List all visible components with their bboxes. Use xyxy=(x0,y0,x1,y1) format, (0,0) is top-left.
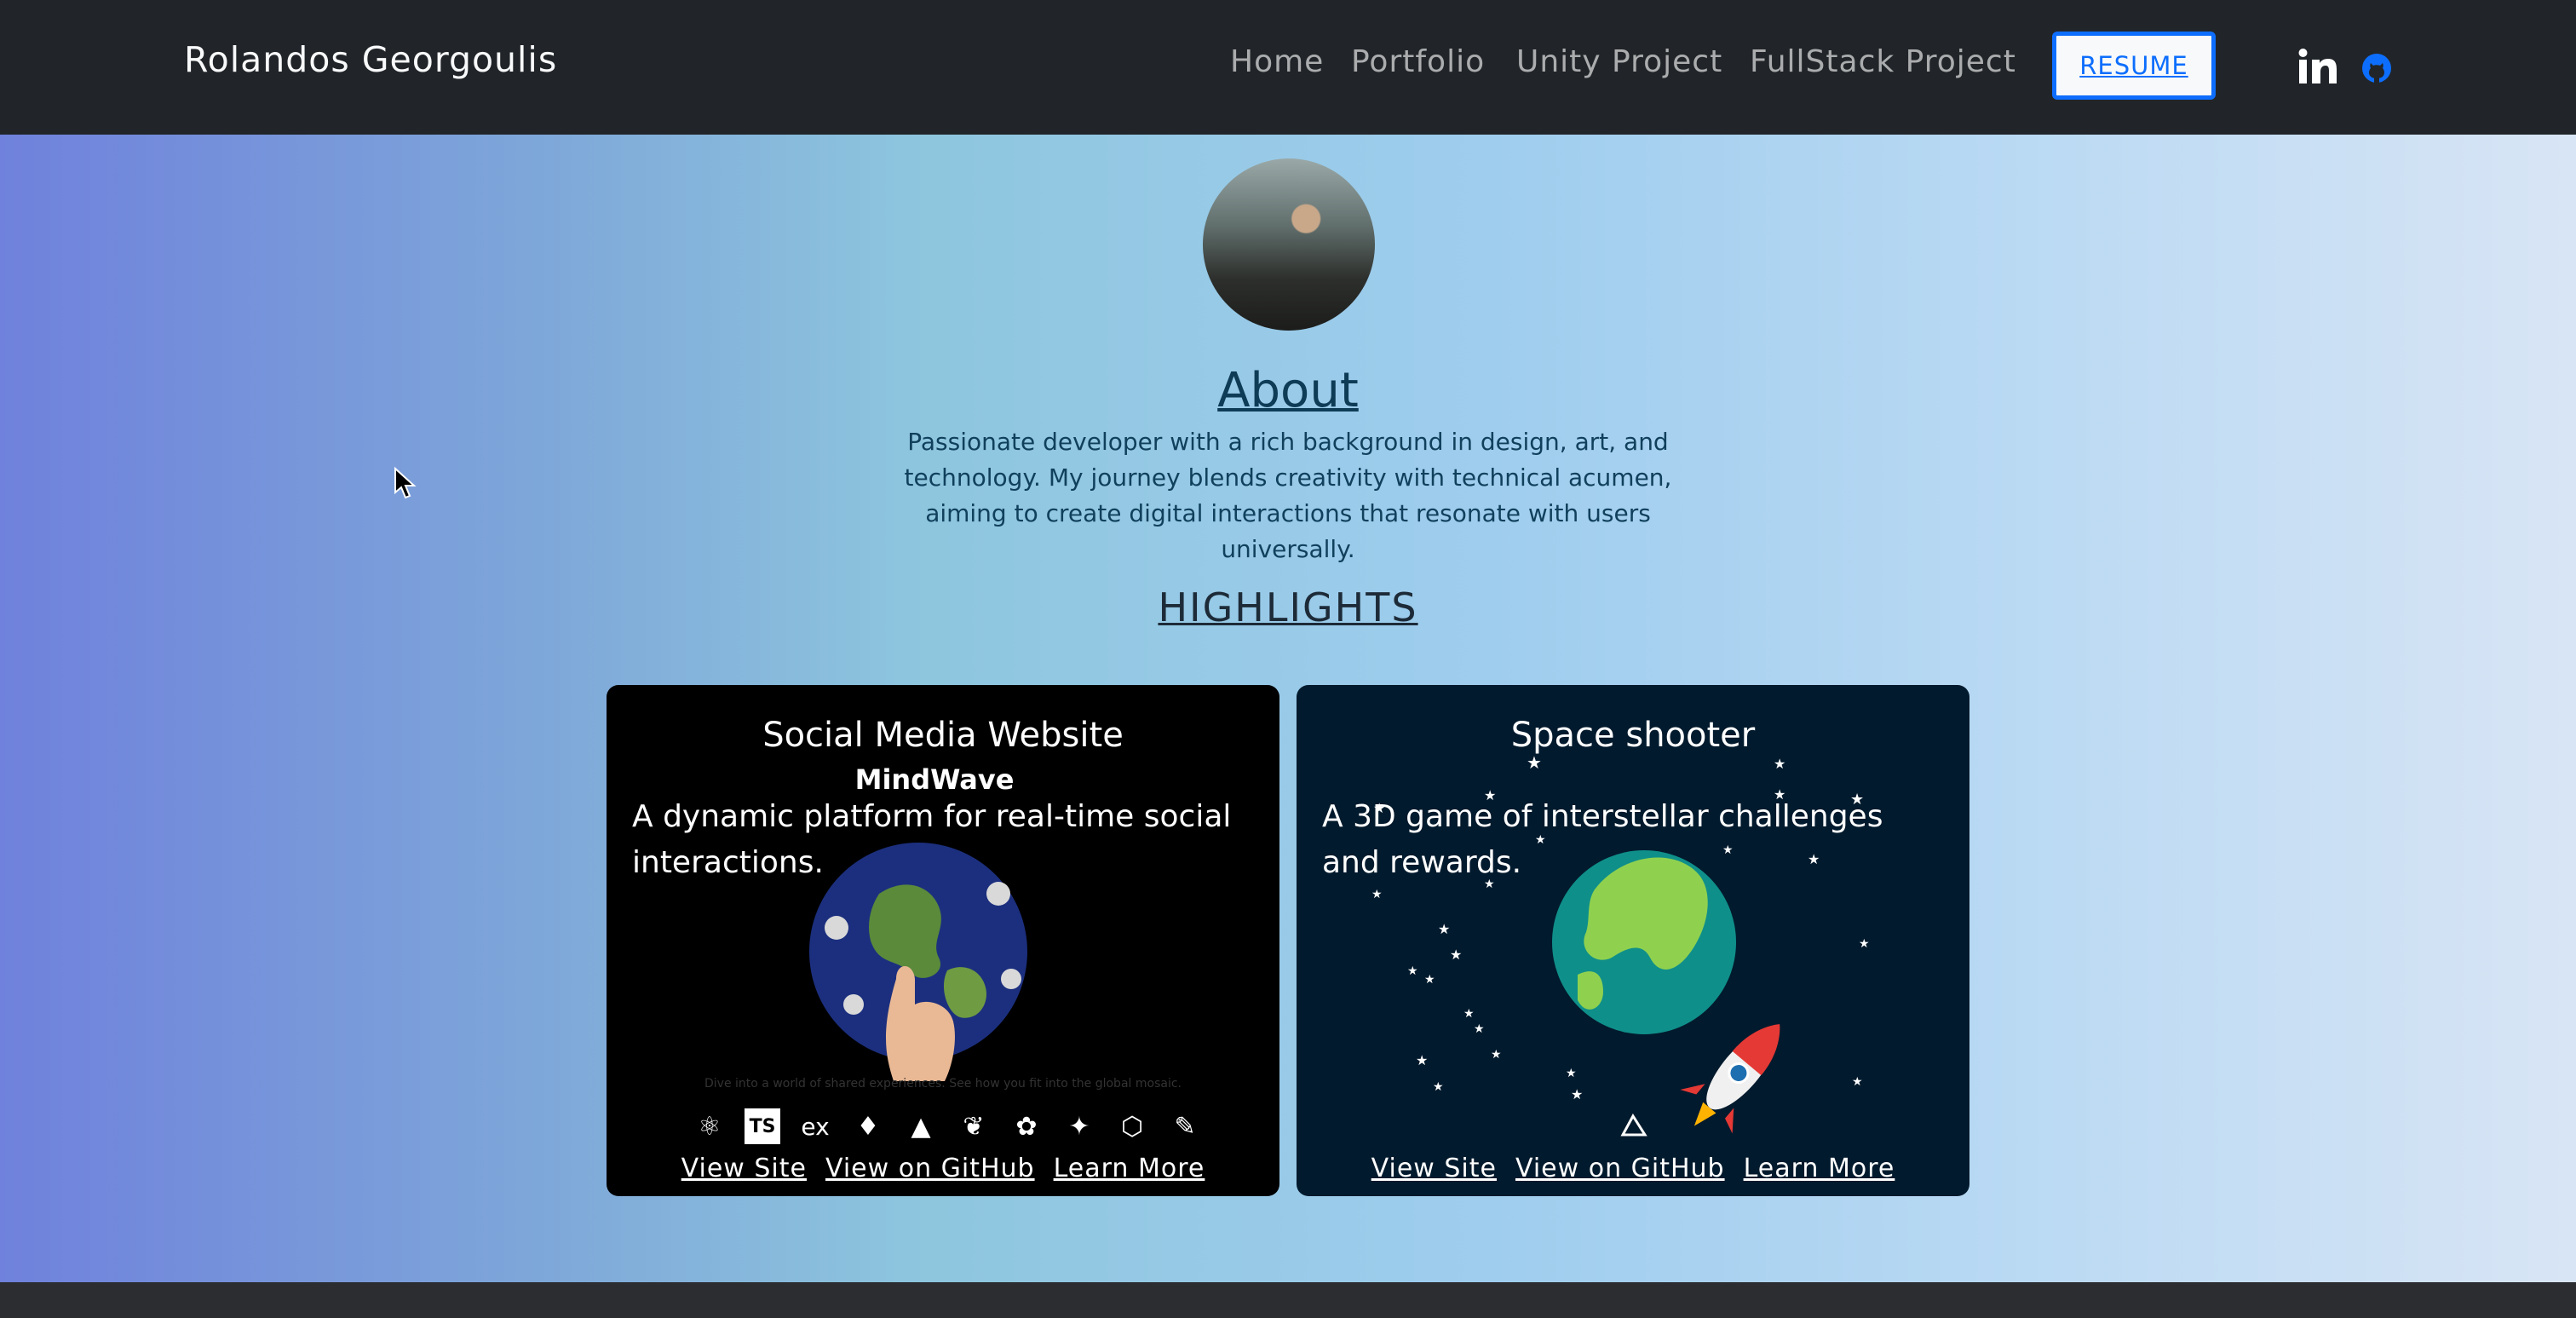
card-title: Social Media Website xyxy=(762,716,1124,755)
brand-link[interactable]: Rolandos Georgoulis xyxy=(184,39,557,80)
about-text: Passionate developer with a rich backgro… xyxy=(904,428,1672,563)
card-links: View Site View on GitHub Learn More xyxy=(1297,1154,1969,1183)
card-links: View Site View on GitHub Learn More xyxy=(607,1154,1279,1183)
leaf-icon: ❦ xyxy=(963,1111,985,1142)
svg-text:★: ★ xyxy=(1438,921,1450,937)
svg-text:★: ★ xyxy=(1463,1007,1475,1021)
view-site-link[interactable]: View Site xyxy=(1371,1154,1497,1183)
view-github-link[interactable]: View on GitHub xyxy=(825,1154,1035,1183)
resume-button[interactable]: RESUME xyxy=(2052,32,2216,100)
react-icon: ⚛ xyxy=(698,1111,722,1142)
express-icon: ex xyxy=(801,1112,830,1141)
highlights-title: HIGHLIGHTS xyxy=(1158,584,1418,630)
main-section: About Passionate developer with a rich b… xyxy=(0,135,2576,1282)
learn-more-link[interactable]: Learn More xyxy=(1744,1154,1895,1183)
view-site-link[interactable]: View Site xyxy=(681,1154,807,1183)
nodejs-icon: ⬡ xyxy=(1120,1111,1144,1142)
svg-text:★: ★ xyxy=(1474,1022,1485,1036)
nav-home[interactable]: Home xyxy=(1230,44,1324,79)
nav-fullstack-project[interactable]: FullStack Project xyxy=(1750,44,2016,79)
github-icon[interactable] xyxy=(2361,53,2392,83)
nav-portfolio[interactable]: Portfolio xyxy=(1351,44,1485,79)
nav-unity-project[interactable]: Unity Project xyxy=(1516,44,1722,79)
typescript-icon: TS xyxy=(745,1108,780,1144)
footer xyxy=(0,1282,2576,1318)
jest-icon: ✦ xyxy=(1068,1111,1090,1142)
svg-text:★: ★ xyxy=(1527,752,1542,773)
card-social-media: Social Media Website MindWave A dynamic … xyxy=(607,685,1279,1196)
svg-text:★: ★ xyxy=(1424,973,1435,987)
tech-stack-icons: ⚛ TS ex ♦ ▲ ❦ ✿ ✦ ⬡ ✎ xyxy=(692,1106,1203,1147)
sass-icon: ✿ xyxy=(1015,1111,1038,1142)
view-github-link[interactable]: View on GitHub xyxy=(1515,1154,1725,1183)
card-subtitle: MindWave xyxy=(854,763,1015,796)
card-caption: Dive into a world of shared experiences.… xyxy=(704,1077,1182,1091)
other-icon: ✎ xyxy=(1174,1111,1196,1142)
prisma-icon: ▲ xyxy=(911,1111,931,1142)
card-title: Space shooter xyxy=(1510,716,1756,755)
svg-text:★: ★ xyxy=(1371,888,1383,901)
navbar: Rolandos Georgoulis Home Portfolio Unity… xyxy=(0,0,2576,135)
about-title: About xyxy=(1217,363,1359,418)
mouse-cursor-icon xyxy=(394,467,417,499)
learn-more-link[interactable]: Learn More xyxy=(1054,1154,1205,1183)
avatar xyxy=(1203,158,1375,331)
globe-image xyxy=(809,843,1027,1081)
space-illustration: ★ ★ ★ ★ ★ ★ ★ ★ ★ ★ ★ ★ ★ ★ ★ ★ ★ ★ ★ ★ xyxy=(1371,752,1870,1137)
svg-text:★: ★ xyxy=(1407,964,1418,978)
resume-label: RESUME xyxy=(2079,51,2188,80)
svg-text:★: ★ xyxy=(1774,756,1785,772)
svg-text:★: ★ xyxy=(1416,1052,1428,1068)
card-description: A 3D game of interstellar challenges and… xyxy=(1322,799,1883,880)
svg-text:★: ★ xyxy=(1433,1080,1444,1094)
card-space-shooter: ★ ★ ★ ★ ★ ★ ★ ★ ★ ★ ★ ★ ★ ★ ★ ★ ★ ★ ★ ★ xyxy=(1297,685,1969,1196)
linkedin-icon[interactable] xyxy=(2297,48,2338,85)
mongodb-icon: ♦ xyxy=(856,1111,880,1142)
svg-text:★: ★ xyxy=(1450,947,1462,963)
svg-text:★: ★ xyxy=(1566,1067,1577,1080)
svg-text:★: ★ xyxy=(1571,1086,1583,1102)
svg-text:★: ★ xyxy=(1491,1048,1502,1062)
svg-text:★: ★ xyxy=(1859,937,1870,951)
svg-text:★: ★ xyxy=(1852,1075,1863,1089)
